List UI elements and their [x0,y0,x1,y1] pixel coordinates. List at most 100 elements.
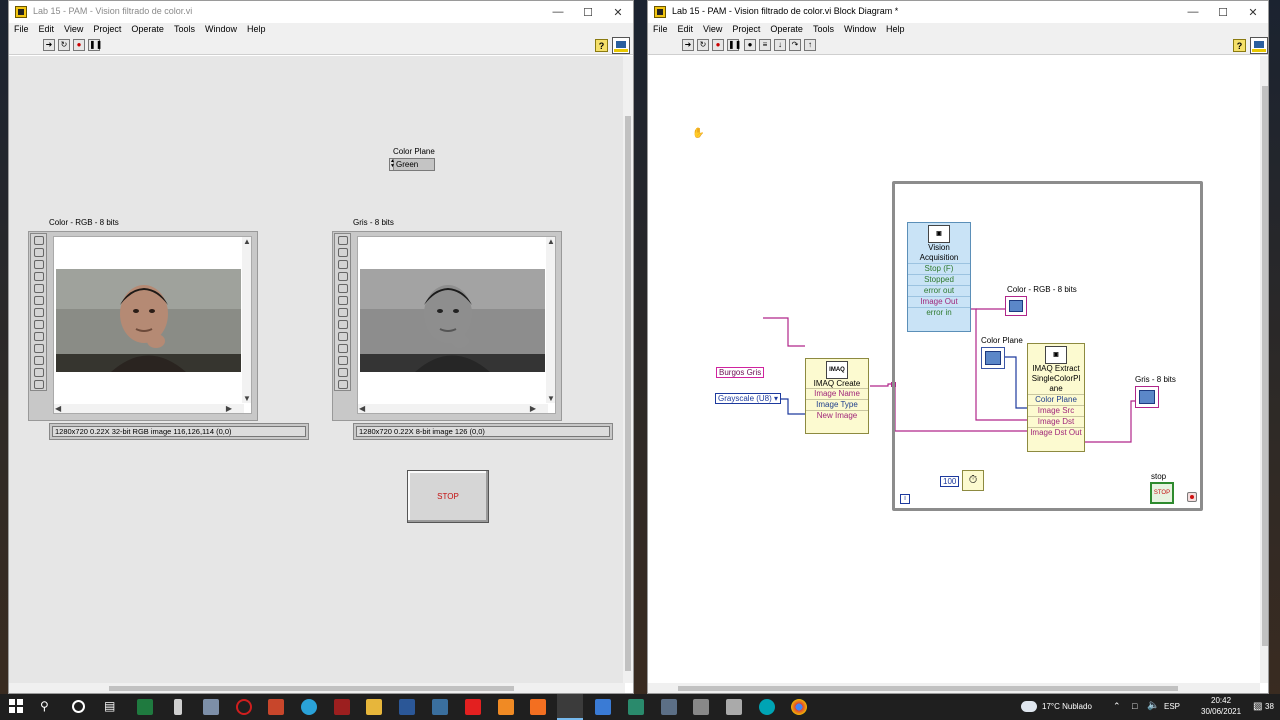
front-panel-horizontal-scrollbar[interactable] [9,683,625,693]
front-panel-vertical-scrollbar[interactable] [623,56,633,683]
freehand-region-icon[interactable] [34,380,44,389]
highlight-execution-icon[interactable]: ● [744,39,756,51]
terminal-stop[interactable]: Stop (F) [908,263,970,274]
youtube-icon[interactable] [465,699,481,715]
terminal-image-dst[interactable]: Image Dst [1028,416,1084,427]
app-settings-icon[interactable] [661,699,677,715]
maximize-button[interactable]: ☐ [573,1,603,23]
context-help-icon[interactable]: ? [1233,39,1246,52]
block-diagram-titlebar[interactable]: Lab 15 - PAM - Vision filtrado de color.… [648,1,1268,23]
vision-acquisition-express-vi[interactable]: ▣ Vision Acquisition Stop (F) Stopped er… [907,222,971,332]
rgb-image-indicator-terminal[interactable] [1005,296,1027,316]
while-loop[interactable]: ▣ Vision Acquisition Stop (F) Stopped er… [892,181,1203,511]
menu-project[interactable]: Project [732,23,760,36]
cortana-icon[interactable] [72,700,85,713]
scroll-left-icon[interactable]: ◀ [55,404,61,413]
menu-window[interactable]: Window [205,23,237,36]
usb-drive-icon[interactable] [174,699,182,715]
connector-pane-icon[interactable] [612,37,630,54]
retain-wire-values-icon[interactable]: ≡ [759,39,771,51]
image-horizontal-scrollbar[interactable]: ◀ ▶ [54,404,244,413]
close-button[interactable]: ✕ [603,1,633,23]
polygon-icon[interactable] [34,332,44,341]
annulus-icon[interactable] [338,356,348,365]
imaq-create-node[interactable]: IMAQ IMAQ Create Image Name Image Type N… [805,358,869,434]
menu-project[interactable]: Project [93,23,121,36]
network-app-icon[interactable] [432,699,448,715]
gray-image-indicator-terminal[interactable] [1135,386,1159,408]
rgb-image-canvas[interactable]: ▲ ▼ ◀ ▶ [53,236,252,414]
terminal-new-image[interactable]: New Image [806,410,868,421]
notifications-icon[interactable]: ▧ [1253,701,1262,712]
pan-icon[interactable] [34,260,44,269]
gray-image-display[interactable]: ▲ ▼ ◀ ▶ [332,231,562,421]
run-continuously-icon[interactable]: ↻ [697,39,709,51]
image-vertical-scrollbar[interactable]: ▲ ▼ [546,237,555,403]
grayscale-enum-constant[interactable]: Grayscale (U8) ▾ [715,393,782,404]
rotated-rectangle-icon[interactable] [34,308,44,317]
network-icon[interactable]: □ [1132,701,1137,711]
front-panel-titlebar[interactable]: Lab 15 - PAM - Vision filtrado de color.… [9,1,633,23]
volume-icon[interactable]: 🔈 [1147,700,1159,711]
run-arrow-icon[interactable]: ➜ [43,39,55,51]
stop-button-terminal[interactable]: STOP [1150,482,1174,504]
terminal-image-out[interactable]: Image Out [908,296,970,307]
selection-icon[interactable] [338,248,348,257]
burgos-gris-string-constant[interactable]: Burgos Gris [716,367,765,378]
close-button[interactable]: ✕ [1238,1,1268,23]
freehand-region-icon[interactable] [338,380,348,389]
block-diagram-vertical-scrollbar[interactable] [1260,56,1268,683]
iteration-terminal[interactable]: i [900,494,910,504]
annulus-icon[interactable] [34,356,44,365]
terminal-image-name[interactable]: Image Name [806,388,868,399]
minimize-button[interactable]: — [543,1,573,23]
search-icon[interactable]: ⚲ [40,699,56,715]
oval-icon[interactable] [338,320,348,329]
stop-button[interactable]: STOP [407,470,489,523]
freehand-icon[interactable] [338,344,348,353]
wait-ms-constant[interactable]: 100 [940,476,960,487]
abort-icon[interactable]: ● [712,39,724,51]
maximize-button[interactable]: ☐ [1208,1,1238,23]
line-icon[interactable] [34,284,44,293]
rectangle-icon[interactable] [34,296,44,305]
imaq-extract-single-color-plane-node[interactable]: ▣ IMAQ ExtractSingleColorPlane Color Pla… [1027,343,1085,452]
scroll-down-icon[interactable]: ▼ [547,394,555,403]
color-plane-ring[interactable]: ▲ ▼ Green [389,158,435,171]
run-arrow-icon[interactable]: ➜ [682,39,694,51]
cloud-weather-icon[interactable] [1021,701,1037,712]
terminal-color-plane[interactable]: Color Plane [1028,394,1084,405]
menu-operate[interactable]: Operate [770,23,803,36]
image-horizontal-scrollbar[interactable]: ◀ ▶ [358,404,548,413]
menu-view[interactable]: View [64,23,83,36]
wait-ms-timer-icon[interactable]: ⏱ [962,470,984,491]
context-help-icon[interactable]: ? [595,39,608,52]
menu-view[interactable]: View [703,23,722,36]
task-view-icon[interactable]: ▤ [104,699,120,715]
menu-help[interactable]: Help [247,23,266,36]
menu-window[interactable]: Window [844,23,876,36]
zoom-icon[interactable] [338,236,348,245]
point-icon[interactable] [34,272,44,281]
menu-file[interactable]: File [14,23,29,36]
point-icon[interactable] [338,272,348,281]
oval-icon[interactable] [34,320,44,329]
menu-help[interactable]: Help [886,23,905,36]
scroll-thumb[interactable] [678,686,1178,691]
terminal-image-src[interactable]: Image Src [1028,405,1084,416]
rgb-image-display[interactable]: ▲ ▼ ◀ ▶ [28,231,258,421]
connector-pane-icon[interactable] [1250,37,1268,54]
color-plane-control-terminal[interactable] [981,347,1005,369]
rotated-rectangle-icon[interactable] [338,308,348,317]
step-over-icon[interactable]: ↷ [789,39,801,51]
block-diagram-horizontal-scrollbar[interactable] [648,683,1260,693]
scroll-left-icon[interactable]: ◀ [359,404,365,413]
step-into-icon[interactable]: ↓ [774,39,786,51]
scroll-thumb[interactable] [1262,86,1268,646]
pan-icon[interactable] [338,260,348,269]
terminal-image-dst-out[interactable]: Image Dst Out [1028,427,1084,438]
menu-operate[interactable]: Operate [131,23,164,36]
weather-text[interactable]: 17°C Nublado [1042,702,1092,711]
clock-date[interactable]: 30/06/2021 [1201,707,1241,716]
terminal-image-type[interactable]: Image Type [806,399,868,410]
